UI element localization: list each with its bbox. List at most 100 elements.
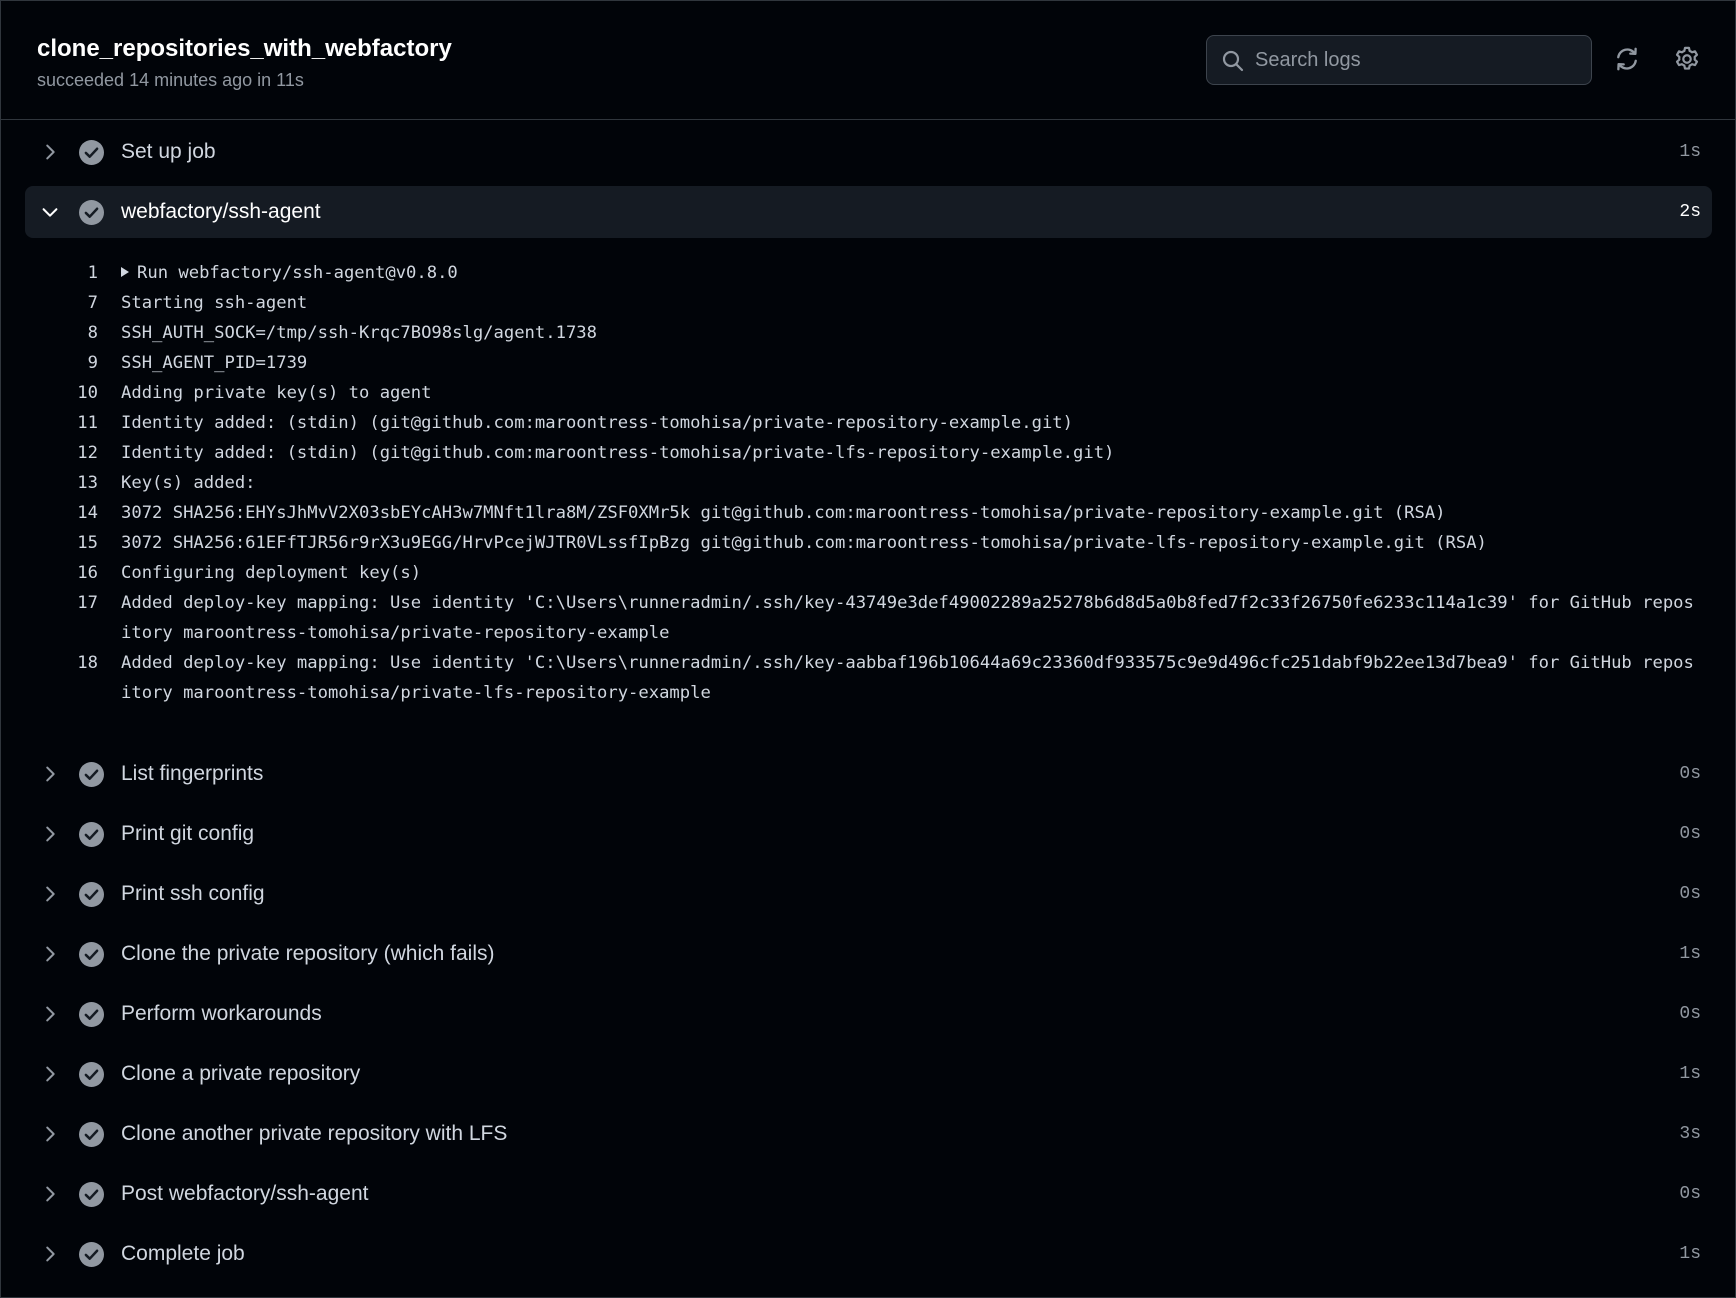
step-header[interactable]: Complete job 1s	[25, 1228, 1712, 1280]
log-line-number[interactable]: 11	[1, 408, 98, 438]
step-duration: 0s	[1679, 1004, 1701, 1024]
log-line: 15 3072 SHA256:61EFfTJR56r9rX3u9EGG/HrvPc…	[1, 528, 1735, 558]
check-circle-icon	[79, 822, 104, 847]
chevron-right-icon	[39, 1183, 61, 1205]
log-line-number[interactable]: 15	[1, 528, 98, 558]
step-duration: 0s	[1679, 1184, 1701, 1204]
step-header[interactable]: Clone the private repository (which fail…	[25, 928, 1712, 980]
log-line-text: Run webfactory/ssh-agent@v0.8.0	[137, 263, 458, 283]
log-line: 18 Added deploy-key mapping: Use identity…	[1, 648, 1735, 708]
step-log: 1 Run webfactory/ssh-agent@v0.8.0 7 Startin…	[1, 240, 1735, 742]
step-duration: 0s	[1679, 884, 1701, 904]
step-name: Post webfactory/ssh-agent	[121, 1182, 369, 1205]
search-icon	[1221, 49, 1245, 73]
chevron-down-icon	[39, 201, 61, 223]
log-line-text: 3072 SHA256:EHYsJhMvV2X03sbEYcAH3w7MNft1…	[121, 503, 1446, 523]
step-header[interactable]: Clone another private repository with LF…	[25, 1108, 1712, 1160]
check-circle-icon	[79, 200, 104, 225]
step: Perform workarounds 0s	[1, 982, 1735, 1042]
check-circle-icon	[79, 942, 104, 967]
log-line-text: Key(s) added:	[121, 473, 256, 493]
step-name: webfactory/ssh-agent	[121, 200, 321, 223]
expand-group-icon[interactable]	[121, 267, 129, 277]
step-header[interactable]: Print ssh config 0s	[25, 868, 1712, 920]
step: Set up job 1s	[1, 120, 1735, 180]
job-header: clone_repositories_with_webfactory succe…	[1, 1, 1735, 120]
log-line-number[interactable]: 1	[1, 258, 98, 288]
step-header[interactable]: webfactory/ssh-agent 2s	[25, 186, 1712, 238]
log-line-number[interactable]: 9	[1, 348, 98, 378]
check-circle-icon	[79, 1182, 104, 1207]
step-duration: 0s	[1679, 824, 1701, 844]
log-line-text: Adding private key(s) to agent	[121, 383, 432, 403]
log-line-text: Identity added: (stdin) (git@github.com:…	[121, 443, 1115, 463]
log-line: 10 Adding private key(s) to agent	[1, 378, 1735, 408]
log-line[interactable]: 1 Run webfactory/ssh-agent@v0.8.0	[1, 258, 1735, 288]
chevron-right-icon	[39, 1003, 61, 1025]
step: Clone the private repository (which fail…	[1, 922, 1735, 982]
steps-list: Set up job 1s webfactory/ssh-agent 2s 1 R…	[1, 120, 1735, 1282]
step-header[interactable]: Clone a private repository 1s	[25, 1048, 1712, 1100]
check-circle-icon	[79, 762, 104, 787]
step-duration: 2s	[1679, 202, 1701, 222]
check-circle-icon	[79, 1122, 104, 1147]
log-line-number[interactable]: 17	[1, 588, 98, 618]
chevron-right-icon	[39, 1243, 61, 1265]
chevron-right-icon	[39, 943, 61, 965]
step-name: Clone another private repository with LF…	[121, 1122, 508, 1145]
step-name: Print git config	[121, 822, 255, 845]
job-status: succeeded 14 minutes ago in 11s	[37, 70, 304, 90]
gear-icon[interactable]	[1673, 45, 1701, 73]
step-header[interactable]: Post webfactory/ssh-agent 0s	[25, 1168, 1712, 1220]
step-header[interactable]: List fingerprints 0s	[25, 748, 1712, 800]
step-duration: 1s	[1679, 142, 1701, 162]
step: Post webfactory/ssh-agent 0s	[1, 1162, 1735, 1222]
log-line: 14 3072 SHA256:EHYsJhMvV2X03sbEYcAH3w7MNf…	[1, 498, 1735, 528]
step-duration: 0s	[1679, 764, 1701, 784]
step-header[interactable]: Print git config 0s	[25, 808, 1712, 860]
step-duration: 3s	[1679, 1124, 1701, 1144]
step-duration: 1s	[1679, 1064, 1701, 1084]
search-input[interactable]	[1255, 36, 1575, 84]
job-title: clone_repositories_with_webfactory	[37, 35, 452, 62]
chevron-right-icon	[39, 1123, 61, 1145]
step-name: List fingerprints	[121, 762, 264, 785]
log-line: 17 Added deploy-key mapping: Use identity…	[1, 588, 1735, 648]
step-header[interactable]: Set up job 1s	[25, 126, 1712, 178]
log-line-number[interactable]: 13	[1, 468, 98, 498]
chevron-right-icon	[39, 823, 61, 845]
step: Print ssh config 0s	[1, 862, 1735, 922]
step: webfactory/ssh-agent 2s	[1, 180, 1735, 240]
step-name: Clone the private repository (which fail…	[121, 942, 495, 965]
step: Clone a private repository 1s	[1, 1042, 1735, 1102]
log-line-text: Added deploy-key mapping: Use identity '…	[121, 593, 1694, 643]
log-line-number[interactable]: 18	[1, 648, 98, 678]
job-log-panel: clone_repositories_with_webfactory succe…	[0, 0, 1736, 1298]
log-line-number[interactable]: 16	[1, 558, 98, 588]
log-line: 11 Identity added: (stdin) (git@github.co…	[1, 408, 1735, 438]
log-line-number[interactable]: 10	[1, 378, 98, 408]
log-line-number[interactable]: 8	[1, 318, 98, 348]
step: Complete job 1s	[1, 1222, 1735, 1282]
log-line-text: Added deploy-key mapping: Use identity '…	[121, 653, 1694, 703]
log-line: 12 Identity added: (stdin) (git@github.co…	[1, 438, 1735, 468]
check-circle-icon	[79, 1242, 104, 1267]
step-name: Set up job	[121, 140, 216, 163]
log-line-text: SSH_AGENT_PID=1739	[121, 353, 308, 373]
chevron-right-icon	[39, 883, 61, 905]
log-line-text: Starting ssh-agent	[121, 293, 308, 313]
search-logs-box[interactable]	[1206, 35, 1592, 85]
refresh-icon[interactable]	[1613, 45, 1641, 73]
check-circle-icon	[79, 882, 104, 907]
log-line: 16 Configuring deployment key(s)	[1, 558, 1735, 588]
log-line-text: 3072 SHA256:61EFfTJR56r9rX3u9EGG/HrvPcej…	[121, 533, 1487, 553]
step-name: Complete job	[121, 1242, 245, 1265]
log-line: 13 Key(s) added:	[1, 468, 1735, 498]
log-line-number[interactable]: 7	[1, 288, 98, 318]
chevron-right-icon	[39, 1063, 61, 1085]
step-header[interactable]: Perform workarounds 0s	[25, 988, 1712, 1040]
step: List fingerprints 0s	[1, 742, 1735, 802]
log-line-number[interactable]: 12	[1, 438, 98, 468]
log-line-number[interactable]: 14	[1, 498, 98, 528]
log-line-text: Configuring deployment key(s)	[121, 563, 422, 583]
